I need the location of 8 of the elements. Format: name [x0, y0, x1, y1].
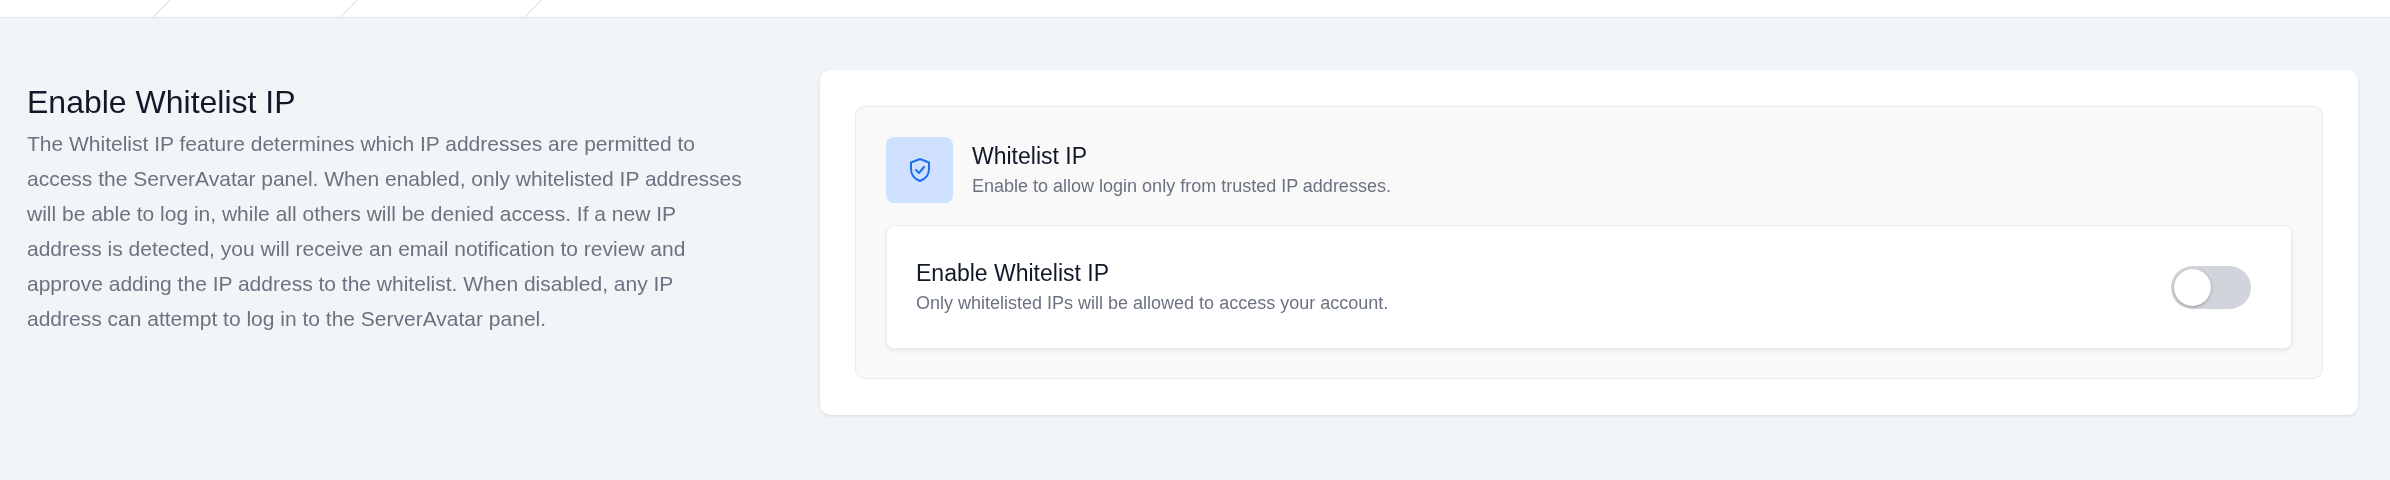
toggle-switch[interactable] [2171, 265, 2251, 309]
shield-check-icon [886, 137, 953, 203]
setting-label: Enable Whitelist IP [916, 259, 1111, 288]
section-description: The Whitelist IP feature determines which IP addresses are permitted to access the ServerAvatar panel. When enabled, only whitelisted IP addresses will be able to log in, while all others will be denied access. If a new IP address is detected, you will receive an email notification to review and approve adding the IP address to the whitelist. When disabled, any IP address can attempt to log in to the ServerAvatar panel. [27, 131, 743, 332]
section-title: Enable Whitelist IP [27, 83, 297, 122]
panel-subtitle: Enable to allow login only from trusted IP addresses. [972, 175, 1391, 198]
panel-title: Whitelist IP [972, 142, 1089, 171]
setting-description: Only whitelisted IPs will be allowed to access your account. [916, 292, 1389, 315]
